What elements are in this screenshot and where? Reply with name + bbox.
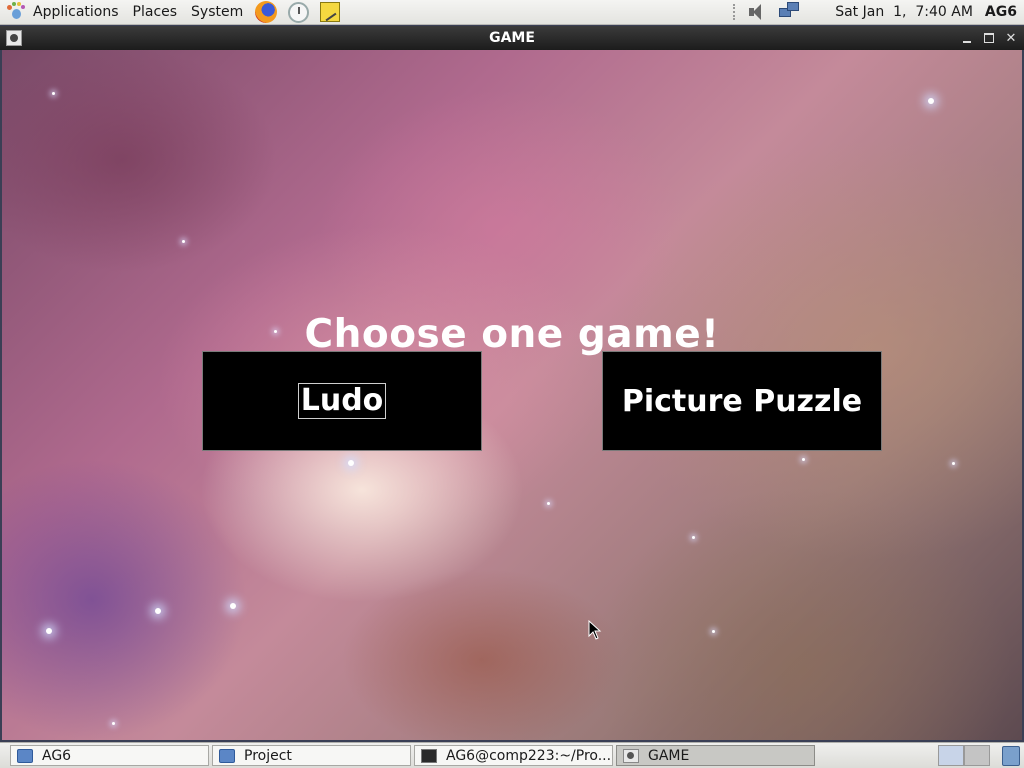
task-label: AG6: [42, 747, 72, 764]
star: [155, 608, 161, 614]
ludo-button[interactable]: Ludo: [202, 351, 482, 451]
star: [547, 502, 550, 505]
clock-icon: [287, 1, 309, 23]
task-game[interactable]: GAME: [616, 745, 815, 766]
volume-icon[interactable]: [747, 3, 767, 21]
menu-applications[interactable]: Applications: [26, 0, 126, 25]
star: [230, 603, 236, 609]
picture-puzzle-button[interactable]: Picture Puzzle: [602, 351, 882, 451]
game-menu-panel: Choose one game! Ludo Picture Puzzle: [2, 50, 1022, 740]
panel-clock[interactable]: Sat Jan 1, 7:40 AM: [835, 4, 973, 20]
star: [52, 92, 55, 95]
firefox-icon: [255, 1, 278, 23]
star: [692, 536, 695, 539]
task-label: AG6@comp223:~/Pro...: [446, 747, 612, 764]
menu-system[interactable]: System: [184, 0, 250, 25]
close-button[interactable]: ✕: [1006, 31, 1017, 46]
star: [928, 98, 934, 104]
trash-icon[interactable]: [1002, 746, 1020, 766]
game-icon: [623, 748, 639, 763]
minimize-button[interactable]: [962, 33, 972, 43]
bottom-taskbar: AG6 Project AG6@comp223:~/Pro... GAME: [0, 742, 1024, 768]
star: [348, 460, 354, 466]
star: [112, 722, 115, 725]
folder-icon: [219, 748, 235, 763]
clock-launcher[interactable]: [286, 0, 310, 24]
user-name[interactable]: AG6: [985, 4, 1017, 20]
window-titlebar[interactable]: GAME ✕: [0, 26, 1024, 50]
main-menu: Applications Places System: [0, 0, 346, 25]
workspace-1[interactable]: [938, 745, 964, 766]
folder-icon: [17, 748, 33, 763]
tray-grip: [733, 4, 739, 20]
top-panel: Applications Places System Sat Jan 1, 7:…: [0, 0, 1024, 25]
notes-icon: [320, 2, 341, 22]
network-icon[interactable]: [779, 2, 801, 22]
notes-launcher[interactable]: [318, 0, 342, 24]
task-terminal[interactable]: AG6@comp223:~/Pro...: [414, 745, 613, 766]
maximize-button[interactable]: [984, 33, 994, 43]
task-ag6[interactable]: AG6: [10, 745, 209, 766]
gnome-foot-icon[interactable]: [6, 2, 26, 22]
workspace-switcher: [938, 745, 990, 766]
game-window: GAME ✕ Choose one game! Ludo Picture Puz…: [0, 26, 1024, 742]
menu-places[interactable]: Places: [126, 0, 185, 25]
star: [182, 240, 185, 243]
firefox-launcher[interactable]: [254, 0, 278, 24]
star: [712, 630, 715, 633]
task-label: Project: [244, 747, 292, 764]
window-title: GAME: [489, 30, 535, 46]
star: [46, 628, 52, 634]
workspace-2[interactable]: [964, 745, 990, 766]
window-controls: ✕: [962, 26, 1017, 50]
picture-puzzle-button-label: Picture Puzzle: [621, 383, 863, 419]
task-label: GAME: [648, 747, 690, 764]
star: [952, 462, 955, 465]
panel-tray: Sat Jan 1, 7:40 AM AG6: [733, 0, 1024, 25]
terminal-icon: [421, 748, 437, 763]
star: [802, 458, 805, 461]
ludo-button-label: Ludo: [297, 383, 387, 419]
task-project[interactable]: Project: [212, 745, 411, 766]
